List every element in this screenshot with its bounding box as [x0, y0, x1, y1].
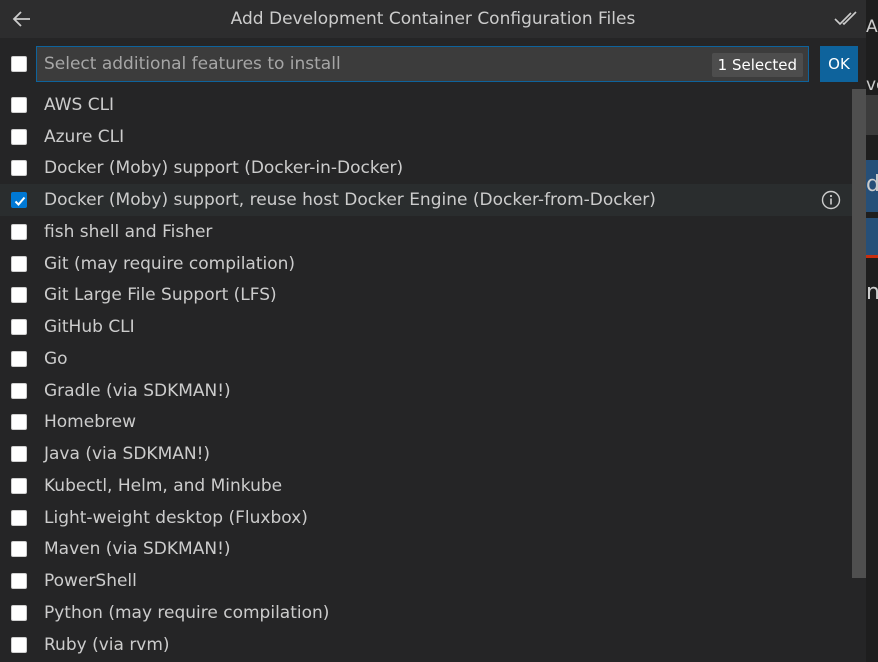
checkbox[interactable] — [11, 446, 27, 463]
checkbox[interactable] — [11, 509, 27, 526]
list-item[interactable]: Ruby (via rvm) — [0, 629, 852, 661]
list-item-label: Docker (Moby) support (Docker-in-Docker) — [44, 158, 404, 179]
list-item[interactable]: Kubectl, Helm, and Minkube — [0, 470, 852, 502]
list-item[interactable]: Git Large File Support (LFS) — [0, 280, 852, 312]
background-text-fragment: ve — [866, 75, 878, 95]
list-item-label: Ruby (via rvm) — [44, 634, 170, 655]
list-item-label: GitHub CLI — [44, 317, 135, 338]
quick-pick-dialog: Add Development Container Configuration … — [0, 0, 866, 662]
list-item-label: Azure CLI — [44, 126, 125, 147]
checkbox[interactable] — [11, 382, 27, 399]
list-item[interactable]: Go — [0, 343, 852, 375]
scrollbar-thumb[interactable] — [852, 89, 866, 578]
checkmark-icon — [14, 196, 26, 207]
checkbox[interactable] — [11, 319, 27, 336]
list-item[interactable]: GitHub CLI — [0, 311, 852, 343]
check-all-button[interactable] — [833, 7, 859, 31]
background-highlight — [866, 218, 878, 258]
list-item[interactable]: Homebrew — [0, 407, 852, 439]
list-item[interactable]: Maven (via SDKMAN!) — [0, 534, 852, 566]
checkbox[interactable] — [11, 96, 27, 113]
background-text-fragment: d — [866, 172, 878, 197]
list-item[interactable]: Java (via SDKMAN!) — [0, 438, 852, 470]
list-item[interactable]: Docker (Moby) support (Docker-in-Docker) — [0, 153, 852, 185]
checkbox[interactable] — [11, 414, 27, 431]
list-item-label: Git (may require compilation) — [44, 253, 296, 274]
back-button[interactable] — [10, 7, 34, 31]
checkbox[interactable] — [11, 350, 27, 367]
checkbox[interactable] — [11, 128, 27, 145]
list-item-label: fish shell and Fisher — [44, 221, 213, 242]
checkbox[interactable] — [11, 287, 27, 304]
input-row: 1 Selected OK — [0, 38, 866, 92]
list-item-label: Homebrew — [44, 412, 136, 433]
list-item-label: Light-weight desktop (Fluxbox) — [44, 507, 308, 528]
background-panel — [866, 95, 878, 135]
selected-count-badge: 1 Selected — [711, 53, 803, 77]
list-item-label: Kubectl, Helm, and Minkube — [44, 475, 283, 496]
list-item[interactable]: Azure CLI — [0, 121, 852, 153]
background-text-fragment: A — [866, 17, 878, 37]
checkbox-checked[interactable] — [11, 192, 27, 209]
checkbox[interactable] — [11, 255, 27, 272]
list-item[interactable]: PowerShell — [0, 565, 852, 597]
ok-button[interactable]: OK — [820, 46, 858, 82]
checkbox[interactable] — [11, 604, 27, 621]
list-item[interactable]: Gradle (via SDKMAN!) — [0, 375, 852, 407]
list-item-label: Docker (Moby) support, reuse host Docker… — [44, 190, 656, 211]
list-item[interactable]: Git (may require compilation) — [0, 248, 852, 280]
background-error-line — [866, 255, 878, 258]
checkbox[interactable] — [11, 573, 27, 590]
title-bar: Add Development Container Configuration … — [0, 0, 866, 38]
checkbox[interactable] — [11, 636, 27, 653]
filter-input-container: 1 Selected — [36, 46, 809, 82]
checkbox[interactable] — [11, 160, 27, 177]
checkbox[interactable] — [11, 223, 27, 240]
dialog-title: Add Development Container Configuration … — [230, 9, 636, 29]
list-item[interactable]: fish shell and Fisher — [0, 216, 852, 248]
info-icon[interactable] — [821, 190, 841, 210]
list-item-label: AWS CLI — [44, 94, 115, 115]
checkbox[interactable] — [11, 477, 27, 494]
select-all-checkbox[interactable] — [11, 56, 27, 72]
checkbox[interactable] — [11, 541, 27, 558]
check-all-icon — [834, 11, 857, 26]
list-item[interactable]: Light-weight desktop (Fluxbox) — [0, 502, 852, 534]
list-item-label: Git Large File Support (LFS) — [44, 285, 277, 306]
list-item-label: PowerShell — [44, 571, 137, 592]
arrow-left-icon — [12, 11, 30, 27]
filter-input[interactable] — [37, 47, 717, 81]
background-editor: A ve d ne — [866, 0, 878, 662]
list-item-label: Go — [44, 348, 68, 369]
list-item-label: Maven (via SDKMAN!) — [44, 539, 231, 560]
background-text-fragment: ne — [866, 280, 878, 305]
list-item[interactable]: Docker (Moby) support, reuse host Docker… — [0, 184, 852, 216]
list-item-label: Java (via SDKMAN!) — [44, 444, 211, 465]
list-item[interactable]: AWS CLI — [0, 89, 852, 121]
list-item[interactable]: Python (may require compilation) — [0, 597, 852, 629]
list-item-label: Gradle (via SDKMAN!) — [44, 380, 231, 401]
list-item-label: Python (may require compilation) — [44, 602, 330, 623]
scrollbar[interactable] — [852, 89, 866, 662]
features-list: AWS CLI Azure CLI Docker (Moby) support (D… — [0, 89, 852, 662]
